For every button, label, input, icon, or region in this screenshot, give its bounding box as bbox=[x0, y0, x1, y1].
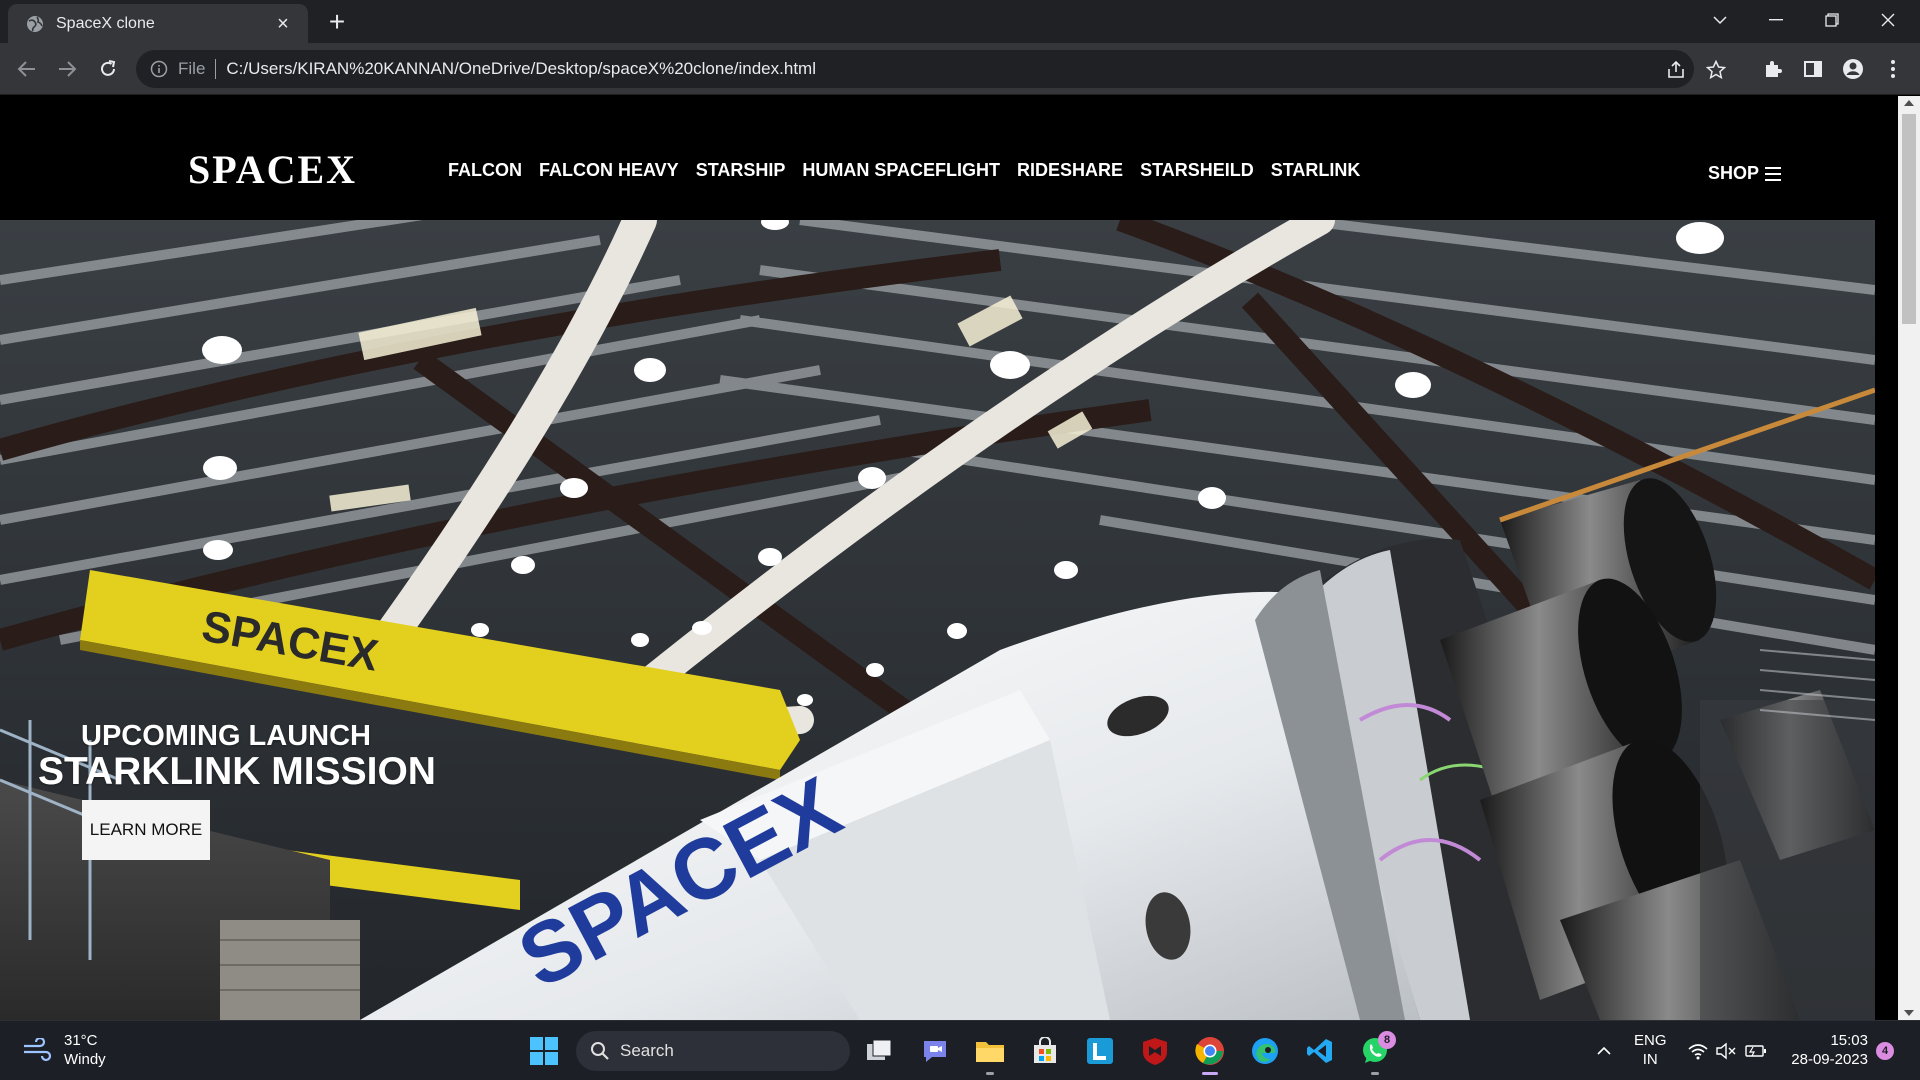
search-label: Search bbox=[620, 1041, 674, 1060]
extensions-puzzle-icon[interactable] bbox=[1760, 56, 1786, 82]
weather-temperature: 31°C bbox=[64, 1032, 98, 1049]
mcafee-shield-icon[interactable] bbox=[1137, 1033, 1173, 1069]
microsoft-store-icon[interactable] bbox=[1027, 1033, 1063, 1069]
show-hidden-icons-chevron-icon[interactable] bbox=[1586, 1033, 1622, 1069]
language-indicator[interactable]: ENG IN bbox=[1634, 1031, 1667, 1069]
browser-tab-strip: SpaceX clone × + bbox=[0, 0, 1920, 43]
url-text[interactable]: C:/Users/KIRAN%20KANNAN/OneDrive/Desktop… bbox=[226, 59, 816, 79]
page-scrollbar[interactable] bbox=[1898, 96, 1920, 1020]
bookmark-star-icon[interactable] bbox=[1704, 58, 1728, 82]
vscode-icon[interactable] bbox=[1302, 1033, 1338, 1069]
weather-description: Windy bbox=[64, 1051, 106, 1068]
main-menu: FALCON FALCON HEAVY STARSHIP HUMAN SPACE… bbox=[448, 160, 1360, 181]
side-panel-icon[interactable] bbox=[1800, 56, 1826, 82]
new-tab-button[interactable]: + bbox=[322, 8, 352, 38]
forward-icon[interactable] bbox=[53, 55, 81, 83]
scroll-down-arrow-icon[interactable] bbox=[1904, 1010, 1914, 1016]
more-menu-icon[interactable] bbox=[1880, 56, 1906, 82]
browser-tab[interactable]: SpaceX clone × bbox=[8, 4, 308, 43]
clock[interactable]: 15:03 28-09-2023 bbox=[1786, 1031, 1868, 1069]
restore-icon[interactable] bbox=[1804, 0, 1860, 40]
scroll-up-arrow-icon[interactable] bbox=[1904, 100, 1914, 106]
clock-date: 28-09-2023 bbox=[1791, 1051, 1868, 1068]
wind-icon bbox=[24, 1038, 52, 1062]
tab-title: SpaceX clone bbox=[56, 14, 155, 32]
globe-icon bbox=[27, 15, 43, 32]
weather-widget[interactable]: 31°C Windy bbox=[22, 1031, 106, 1069]
site-navbar: SPACEX FALCON FALCON HEAVY STARSHIP HUMA… bbox=[0, 96, 1710, 220]
hamburger-icon bbox=[1765, 166, 1782, 181]
hero-section: SPACEX SPACEX UPCOMING LAUNCH STARKLINK … bbox=[0, 220, 1875, 1020]
back-icon[interactable] bbox=[13, 55, 41, 83]
tab-close-icon[interactable]: × bbox=[272, 13, 294, 35]
scroll-thumb[interactable] bbox=[1902, 114, 1916, 324]
shop-menu-button[interactable]: SHOP bbox=[1708, 163, 1782, 184]
whatsapp-badge: 8 bbox=[1378, 1031, 1396, 1049]
windows-start-icon[interactable] bbox=[530, 1037, 558, 1065]
hero-hangar-image: SPACEX SPACEX bbox=[0, 220, 1875, 1020]
windows-taskbar: 31°C Windy Search 8 ENG IN 15:03 28-09-2… bbox=[0, 1020, 1920, 1080]
menu-item-falcon[interactable]: FALCON bbox=[448, 160, 522, 181]
l-app-icon[interactable] bbox=[1082, 1033, 1118, 1069]
teams-chat-icon[interactable] bbox=[917, 1033, 953, 1069]
minimize-icon[interactable] bbox=[1748, 0, 1804, 40]
page-viewport: SPACEX FALCON FALCON HEAVY STARSHIP HUMA… bbox=[0, 96, 1898, 1020]
edge-icon[interactable] bbox=[1247, 1033, 1283, 1069]
mission-title: STARKLINK MISSION bbox=[38, 750, 436, 793]
menu-item-starsheild[interactable]: STARSHEILD bbox=[1140, 160, 1254, 181]
task-view-icon[interactable] bbox=[862, 1033, 898, 1069]
menu-item-human-spaceflight[interactable]: HUMAN SPACEFLIGHT bbox=[802, 160, 1000, 181]
upcoming-launch-label: UPCOMING LAUNCH bbox=[81, 720, 371, 752]
learn-more-button[interactable]: LEARN MORE bbox=[82, 800, 210, 860]
tab-search-chevron-icon[interactable] bbox=[1692, 0, 1748, 40]
info-icon[interactable] bbox=[150, 60, 168, 78]
menu-item-starship[interactable]: STARSHIP bbox=[696, 160, 786, 181]
region-code: IN bbox=[1642, 1051, 1658, 1068]
share-icon[interactable] bbox=[1664, 58, 1688, 82]
menu-item-starlink[interactable]: STARLINK bbox=[1271, 160, 1361, 181]
site-logo[interactable]: SPACEX bbox=[188, 146, 357, 193]
search-icon bbox=[591, 1042, 609, 1060]
menu-item-falcon-heavy[interactable]: FALCON HEAVY bbox=[539, 160, 679, 181]
battery-icon[interactable] bbox=[1738, 1033, 1774, 1069]
language-code: ENG bbox=[1634, 1032, 1667, 1049]
url-scheme-label: File bbox=[178, 59, 206, 78]
notification-count-badge[interactable]: 4 bbox=[1876, 1042, 1894, 1060]
file-explorer-icon[interactable] bbox=[972, 1033, 1008, 1075]
menu-item-rideshare[interactable]: RIDESHARE bbox=[1017, 160, 1123, 181]
taskbar-search[interactable]: Search bbox=[576, 1031, 850, 1071]
clock-time: 15:03 bbox=[1830, 1032, 1868, 1049]
browser-toolbar: File C:/Users/KIRAN%20KANNAN/OneDrive/De… bbox=[0, 43, 1920, 95]
chrome-icon[interactable] bbox=[1192, 1033, 1228, 1075]
reload-icon[interactable] bbox=[94, 55, 122, 83]
address-bar[interactable]: File C:/Users/KIRAN%20KANNAN/OneDrive/De… bbox=[136, 50, 1726, 88]
profile-avatar-icon[interactable] bbox=[1840, 56, 1866, 82]
url-separator bbox=[215, 59, 217, 79]
shop-label: SHOP bbox=[1708, 163, 1760, 183]
close-window-icon[interactable] bbox=[1860, 0, 1916, 40]
